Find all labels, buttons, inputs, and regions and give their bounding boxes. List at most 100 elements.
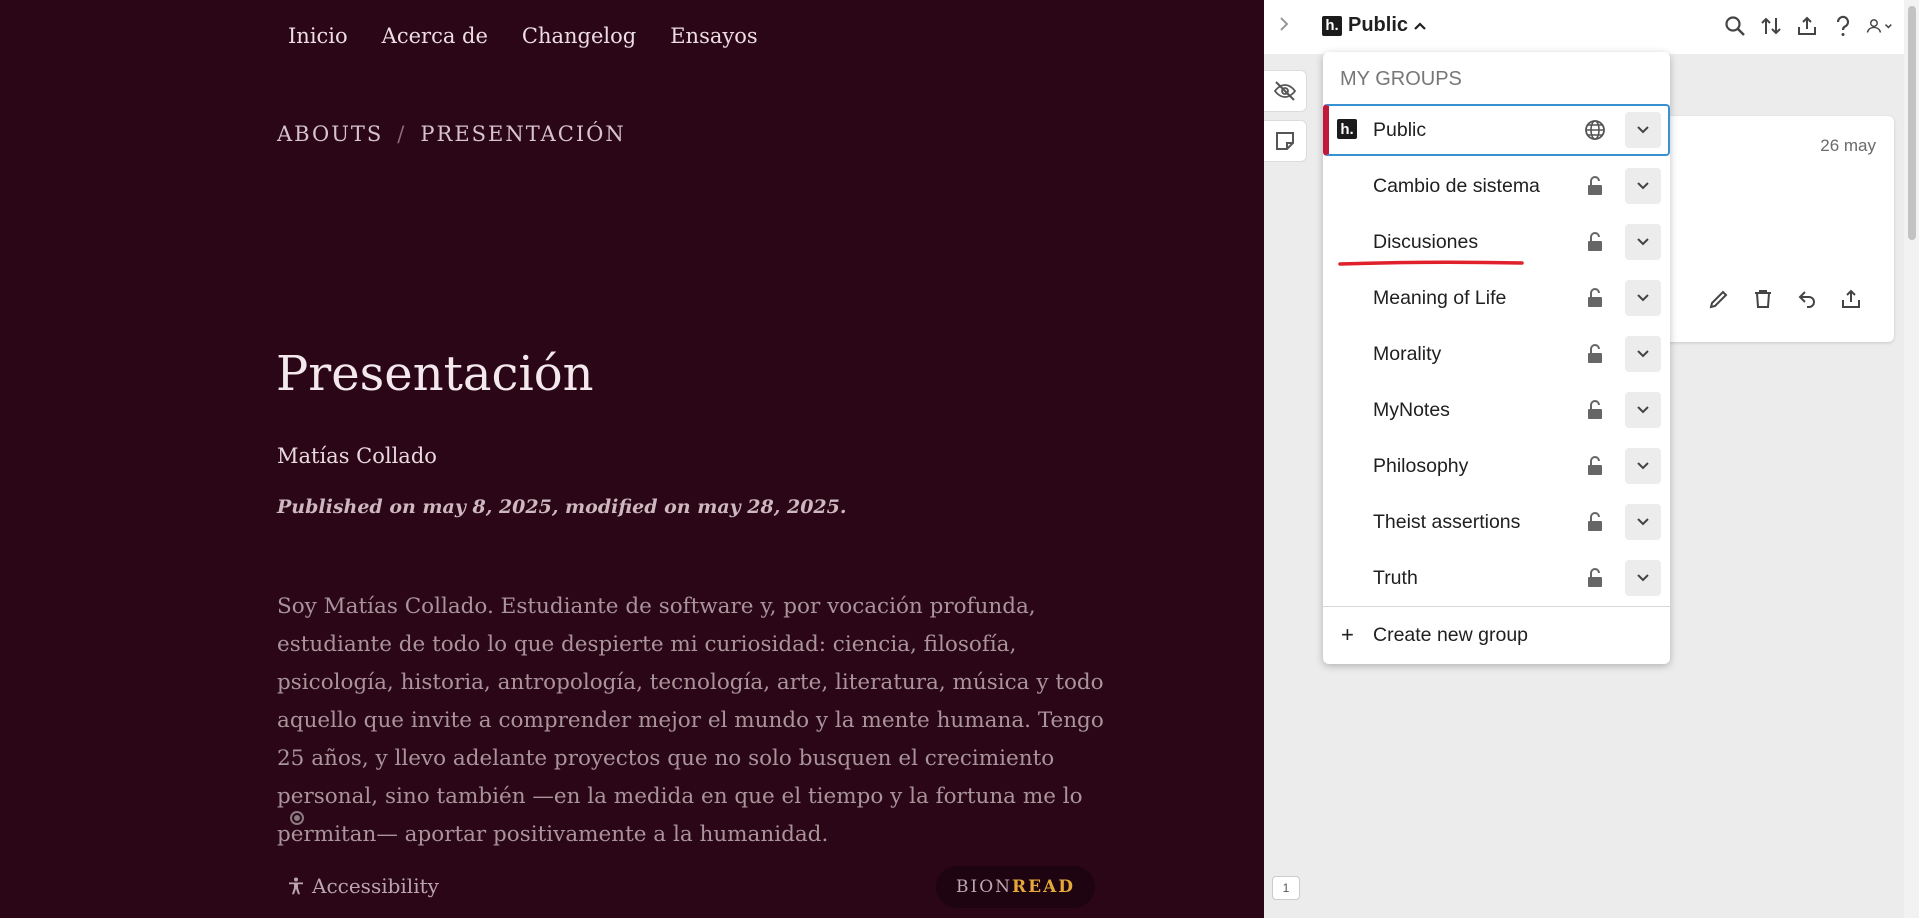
chevron-down-icon xyxy=(1637,406,1649,414)
chevron-down-icon xyxy=(1637,294,1649,302)
collapse-sidebar-button[interactable] xyxy=(1278,15,1290,38)
lock-icon xyxy=(1583,510,1607,534)
search-icon[interactable] xyxy=(1722,12,1748,40)
annotation-card: 26 may xyxy=(1664,116,1894,342)
reply-icon[interactable] xyxy=(1794,286,1820,312)
expand-group-button[interactable] xyxy=(1625,336,1661,372)
group-item-cambio-de-sistema[interactable]: Cambio de sistema xyxy=(1323,160,1670,212)
new-page-note-button[interactable] xyxy=(1264,120,1307,162)
group-name: Public xyxy=(1373,118,1427,141)
group-item-meaning-of-life[interactable]: Meaning of Life xyxy=(1323,272,1670,324)
expand-group-button[interactable] xyxy=(1625,280,1661,316)
chevron-down-icon xyxy=(1637,574,1649,582)
current-group-label: Public xyxy=(1348,14,1409,36)
hypothesis-logo-icon: h. xyxy=(1322,15,1342,36)
nav-link-inicio[interactable]: Inicio xyxy=(288,24,348,48)
web-page: Inicio Acerca de Changelog Ensayos ABOUT… xyxy=(0,0,1280,918)
group-selector-button[interactable]: h. Public xyxy=(1322,14,1426,37)
group-name: Truth xyxy=(1373,566,1418,589)
user-menu-icon[interactable] xyxy=(1866,12,1892,40)
help-icon[interactable] xyxy=(1830,12,1856,40)
group-item-theist-assertions[interactable]: Theist assertions xyxy=(1323,496,1670,548)
delete-icon[interactable] xyxy=(1750,286,1776,312)
menu-divider xyxy=(1323,606,1670,607)
breadcrumb: ABOUTS / PRESENTACIÓN xyxy=(277,122,626,146)
breadcrumb-parent[interactable]: ABOUTS xyxy=(277,122,383,146)
accessibility-icon xyxy=(289,877,303,895)
edit-icon[interactable] xyxy=(1706,286,1732,312)
chevron-down-icon xyxy=(1637,182,1649,190)
expand-group-button[interactable] xyxy=(1625,504,1661,540)
page-title: Presentación xyxy=(276,346,594,402)
groups-dropdown-menu: MY GROUPS h. Public Cambio de sistema Di… xyxy=(1323,52,1670,664)
chevron-right-icon xyxy=(1280,17,1289,31)
top-navigation: Inicio Acerca de Changelog Ensayos xyxy=(288,24,758,48)
chevron-up-icon xyxy=(1414,21,1426,30)
article-body: Soy Matías Collado. Estudiante de softwa… xyxy=(277,594,1104,847)
eye-slash-icon xyxy=(1273,81,1297,101)
lock-icon xyxy=(1583,174,1607,198)
bionread-label-bion: BION xyxy=(956,877,1013,897)
my-groups-heading: MY GROUPS xyxy=(1340,68,1462,90)
expand-group-button[interactable] xyxy=(1625,224,1661,260)
expand-group-button[interactable] xyxy=(1625,168,1661,204)
expand-group-button[interactable] xyxy=(1625,560,1661,596)
bionread-label-read: READ xyxy=(1012,877,1076,897)
publication-date: Published on may 8, 2025, modified on ma… xyxy=(277,496,847,518)
group-item-philosophy[interactable]: Philosophy xyxy=(1323,440,1670,492)
author-name: Matías Collado xyxy=(277,444,437,468)
lock-icon xyxy=(1583,342,1607,366)
note-icon xyxy=(1276,132,1294,150)
chevron-down-icon xyxy=(1637,126,1649,134)
radio-target-icon xyxy=(290,811,304,825)
lock-icon xyxy=(1583,566,1607,590)
create-new-group-label: Create new group xyxy=(1373,623,1529,646)
accessibility-label: Accessibility xyxy=(312,874,439,898)
expand-group-button[interactable] xyxy=(1625,392,1661,428)
accessibility-link[interactable]: Accessibility xyxy=(288,874,439,898)
share-icon[interactable] xyxy=(1794,12,1820,40)
lock-icon xyxy=(1583,230,1607,254)
lock-icon xyxy=(1583,454,1607,478)
group-name: Philosophy xyxy=(1373,454,1469,477)
share-annotation-icon[interactable] xyxy=(1838,286,1864,312)
chevron-down-icon xyxy=(1637,518,1649,526)
hypothesis-logo-icon: h. xyxy=(1337,119,1357,139)
sort-icon[interactable] xyxy=(1758,12,1784,40)
group-name: MyNotes xyxy=(1373,398,1450,421)
bionread-button[interactable]: BION READ xyxy=(936,866,1096,908)
annotation-date[interactable]: 26 may xyxy=(1820,136,1876,156)
chevron-down-icon xyxy=(1637,238,1649,246)
plus-icon: + xyxy=(1341,622,1354,647)
nav-link-acerca-de[interactable]: Acerca de xyxy=(382,24,488,48)
lock-icon xyxy=(1583,398,1607,422)
group-item-public[interactable]: h. Public xyxy=(1323,104,1670,156)
annotation-sidebar: h. Public 26 may 1 MY GROUPS h. Public C… xyxy=(1264,0,1919,918)
annotation-count-badge[interactable]: 1 xyxy=(1272,876,1300,900)
hide-highlights-button[interactable] xyxy=(1264,70,1307,112)
group-item-morality[interactable]: Morality xyxy=(1323,328,1670,380)
sidebar-top-bar: h. Public xyxy=(1264,0,1904,54)
breadcrumb-current: PRESENTACIÓN xyxy=(420,122,626,146)
red-underline-annotation xyxy=(1338,260,1524,266)
chevron-down-icon xyxy=(1637,462,1649,470)
group-name: Meaning of Life xyxy=(1373,286,1507,309)
nav-link-ensayos[interactable]: Ensayos xyxy=(670,24,757,48)
expand-group-button[interactable] xyxy=(1625,448,1661,484)
expand-group-button[interactable] xyxy=(1625,112,1661,148)
scrollbar[interactable] xyxy=(1904,0,1919,918)
top-bar-actions xyxy=(1722,12,1892,40)
lock-icon xyxy=(1583,286,1607,310)
scrollbar-thumb[interactable] xyxy=(1908,6,1916,240)
group-name: Theist assertions xyxy=(1373,510,1521,533)
annotation-actions xyxy=(1706,286,1864,312)
group-item-mynotes[interactable]: MyNotes xyxy=(1323,384,1670,436)
nav-link-changelog[interactable]: Changelog xyxy=(522,24,636,48)
breadcrumb-separator: / xyxy=(397,122,407,146)
globe-icon xyxy=(1583,118,1607,142)
group-name: Cambio de sistema xyxy=(1373,174,1540,197)
group-item-truth[interactable]: Truth xyxy=(1323,552,1670,604)
group-name: Morality xyxy=(1373,342,1442,365)
group-name: Discusiones xyxy=(1373,230,1479,253)
create-new-group-button[interactable]: + Create new group xyxy=(1323,612,1670,658)
